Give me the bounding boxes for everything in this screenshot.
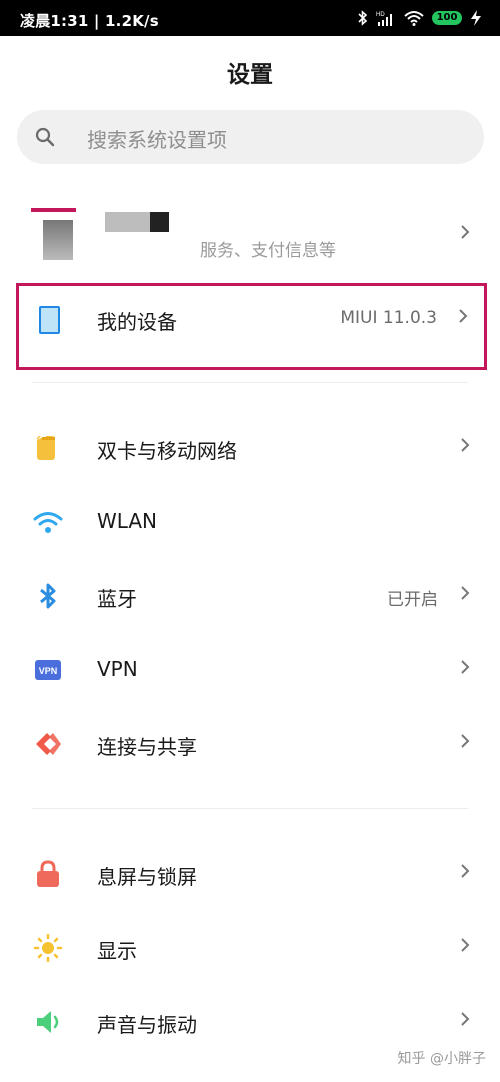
- search-bar[interactable]: 搜索系统设置项: [17, 110, 484, 164]
- watermark: 知乎 @小胖子: [397, 1051, 486, 1067]
- chevron-right-icon: [461, 864, 470, 878]
- divider: [32, 382, 468, 383]
- row-label: 连接与共享: [97, 735, 197, 759]
- avatar: [31, 208, 76, 260]
- chevron-right-icon: [461, 734, 470, 748]
- chevron-right-icon: [461, 660, 470, 674]
- chevron-right-icon: [461, 438, 470, 452]
- row-label: 声音与振动: [97, 1013, 197, 1037]
- status-icons: HD 100: [358, 8, 482, 28]
- speaker-icon: [37, 1011, 59, 1033]
- account-name-redacted: [105, 212, 150, 232]
- wifi-icon: [33, 512, 63, 533]
- bluetooth-icon: [358, 10, 368, 26]
- chevron-right-icon: [461, 1012, 470, 1026]
- settings-row-dual-sim[interactable]: 双卡与移动网络: [0, 418, 500, 478]
- bluetooth-status: 已开启: [387, 590, 438, 610]
- my-device-label: 我的设备: [97, 310, 177, 334]
- row-label: 蓝牙: [97, 587, 137, 611]
- chevron-right-icon: [461, 586, 470, 600]
- page-title: 设置: [227, 62, 273, 88]
- chevron-right-icon: [459, 309, 468, 323]
- search-placeholder: 搜索系统设置项: [87, 128, 227, 152]
- hd-signal-icon: HD: [376, 12, 392, 26]
- sun-icon: [33, 934, 63, 962]
- vpn-icon: VPN: [35, 660, 61, 680]
- svg-text:HD: HD: [376, 12, 385, 18]
- status-time: 凌晨1:31 | 1.2K/s: [20, 12, 159, 30]
- account-name-redacted-dark: [150, 212, 169, 232]
- row-label: 显示: [97, 939, 137, 963]
- settings-row-connection-share[interactable]: 连接与共享: [0, 714, 500, 774]
- divider: [32, 808, 468, 809]
- miui-version: MIUI 11.0.3: [340, 308, 437, 328]
- search-icon: [35, 127, 55, 147]
- phone-icon: [39, 306, 60, 334]
- sim-card-icon: [37, 435, 55, 460]
- row-label: 息屏与锁屏: [97, 865, 197, 889]
- chevron-right-icon: [461, 225, 470, 239]
- settings-row-sound[interactable]: 声音与振动: [0, 992, 500, 1052]
- connection-share-icon: [36, 733, 61, 755]
- status-bar: 凌晨1:31 | 1.2K/s HD 100: [0, 0, 500, 36]
- wifi-icon: [404, 11, 424, 26]
- chevron-right-icon: [461, 938, 470, 952]
- settings-row-vpn[interactable]: VPN VPN: [0, 640, 500, 700]
- row-label: WLAN: [97, 509, 158, 533]
- charging-icon: [471, 10, 481, 26]
- account-subtitle: 服务、支付信息等: [200, 241, 336, 261]
- settings-row-lock-screen[interactable]: 息屏与锁屏: [0, 844, 500, 904]
- settings-row-wlan[interactable]: WLAN: [0, 492, 500, 552]
- vpn-badge-text: VPN: [39, 666, 58, 676]
- account-row[interactable]: 服务、支付信息等: [0, 200, 500, 270]
- lock-icon: [37, 860, 59, 887]
- row-label: VPN: [97, 657, 138, 681]
- my-device-row[interactable]: 我的设备 MIUI 11.0.3: [16, 283, 487, 370]
- row-label: 双卡与移动网络: [97, 439, 237, 463]
- bluetooth-icon: [40, 583, 56, 609]
- settings-row-bluetooth[interactable]: 蓝牙 已开启: [0, 566, 500, 626]
- settings-row-display[interactable]: 显示: [0, 918, 500, 978]
- battery-icon: 100: [432, 11, 462, 25]
